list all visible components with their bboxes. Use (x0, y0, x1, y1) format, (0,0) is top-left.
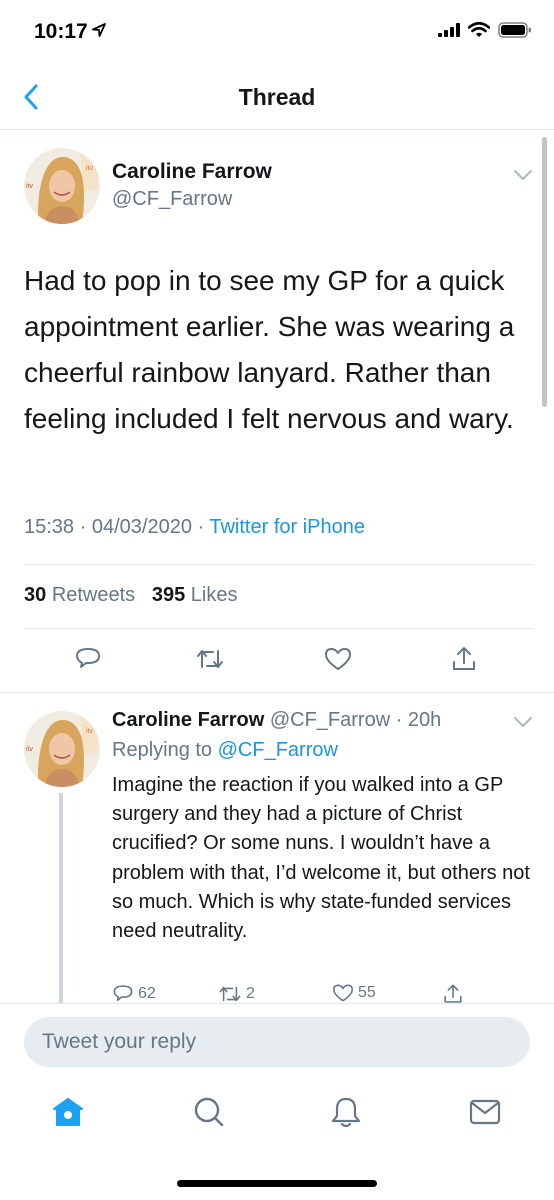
wifi-icon (468, 22, 490, 37)
tweet-stats: 30 Retweets 395 Likes (24, 584, 238, 607)
like-button[interactable]: 55 (332, 983, 376, 1003)
tweet-meta: 15:38 · 04/03/2020 · Twitter for iPhone (24, 516, 365, 539)
status-icons (438, 22, 532, 38)
likes-stat[interactable]: 395 Likes (152, 584, 238, 606)
retweet-count: 2 (246, 985, 255, 1002)
share-icon (453, 647, 475, 670)
home-icon (53, 1098, 83, 1126)
location-arrow-icon (92, 23, 106, 37)
thread-line (59, 793, 63, 1003)
tweet-actions (0, 642, 554, 682)
avatar-image: itv itv (24, 148, 100, 224)
author-avatar[interactable]: itv itv (24, 148, 100, 224)
retweets-count: 30 (24, 584, 47, 606)
svg-text:itv: itv (86, 165, 94, 172)
replying-label: Replying to (112, 739, 213, 761)
reply-tweet[interactable]: itv itv Caroline Farrow @CF_Farrow · 20h… (0, 693, 554, 1003)
share-icon (444, 984, 462, 1003)
bell-icon (331, 1097, 361, 1128)
reply-placeholder: Tweet your reply (42, 1030, 197, 1053)
share-button[interactable] (442, 983, 464, 1003)
heart-icon (325, 648, 351, 670)
meta-separator: · (79, 516, 92, 538)
home-indicator[interactable] (177, 1180, 377, 1187)
tab-messages[interactable] (465, 1092, 505, 1132)
author-handle[interactable]: @CF_Farrow (270, 709, 390, 731)
envelope-icon (469, 1099, 501, 1125)
tweet-source-link[interactable]: Twitter for iPhone (209, 516, 365, 538)
divider (24, 628, 534, 629)
tab-search[interactable] (189, 1092, 229, 1132)
retweet-button[interactable]: 2 (218, 983, 255, 1003)
status-bar: 10:17 (0, 0, 554, 66)
navigation-bar: Thread (0, 66, 554, 130)
avatar-image: itv itv (24, 711, 100, 787)
svg-text:itv: itv (86, 728, 94, 735)
meta-separator: · (197, 516, 210, 538)
meta-separator: · (390, 709, 408, 731)
reply-button[interactable]: 62 (112, 983, 156, 1003)
likes-label: Likes (190, 584, 238, 606)
mention-link[interactable]: @CF_Farrow (218, 739, 338, 761)
tweet-actions: 62 2 55 (112, 983, 532, 1003)
replying-to: Replying to @CF_Farrow (112, 739, 338, 762)
author-name[interactable]: Caroline Farrow (112, 709, 264, 731)
retweet-icon (219, 986, 241, 1002)
author-avatar[interactable]: itv itv (24, 711, 100, 787)
reply-input[interactable]: Tweet your reply (24, 1017, 530, 1067)
like-button[interactable] (321, 642, 355, 676)
tab-bar (0, 1092, 554, 1136)
retweets-label: Retweets (51, 584, 136, 606)
status-time: 10:17 (34, 20, 88, 43)
tweet-text: Had to pop in to see my GP for a quick a… (24, 265, 515, 434)
tweet-age: 20h (407, 709, 442, 731)
chevron-down-icon[interactable] (512, 715, 534, 729)
reply-icon (76, 648, 100, 668)
bottom-area: Tweet your reply (0, 1003, 554, 1200)
tab-home[interactable] (48, 1092, 88, 1132)
scroll-indicator[interactable] (542, 137, 547, 407)
retweet-button[interactable] (193, 642, 227, 676)
likes-count: 395 (151, 584, 186, 606)
tweet-date: 04/03/2020 (91, 516, 192, 538)
author-handle[interactable]: @CF_Farrow (112, 188, 232, 211)
reply-icon (113, 985, 133, 1002)
reply-button[interactable] (71, 642, 105, 676)
search-icon (194, 1097, 224, 1127)
reply-count: 62 (138, 985, 156, 1002)
retweet-icon (197, 650, 223, 668)
retweets-stat[interactable]: 30 Retweets (24, 584, 135, 606)
tweet-text: Imagine the reaction if you walked into … (112, 774, 530, 943)
divider (24, 564, 534, 565)
tab-notifications[interactable] (326, 1092, 366, 1132)
cellular-signal-icon (438, 23, 460, 37)
chevron-down-icon[interactable] (512, 168, 534, 182)
tweet-time: 15:38 (24, 516, 75, 538)
page-title: Thread (238, 84, 316, 110)
heart-icon (333, 984, 353, 1002)
like-count: 55 (358, 984, 376, 1001)
svg-text:itv: itv (26, 183, 34, 190)
share-button[interactable] (447, 642, 481, 676)
author-name[interactable]: Caroline Farrow (112, 160, 272, 184)
svg-text:itv: itv (26, 746, 34, 753)
reply-header: Caroline Farrow @CF_Farrow · 20h (112, 709, 441, 732)
battery-icon (498, 22, 531, 38)
